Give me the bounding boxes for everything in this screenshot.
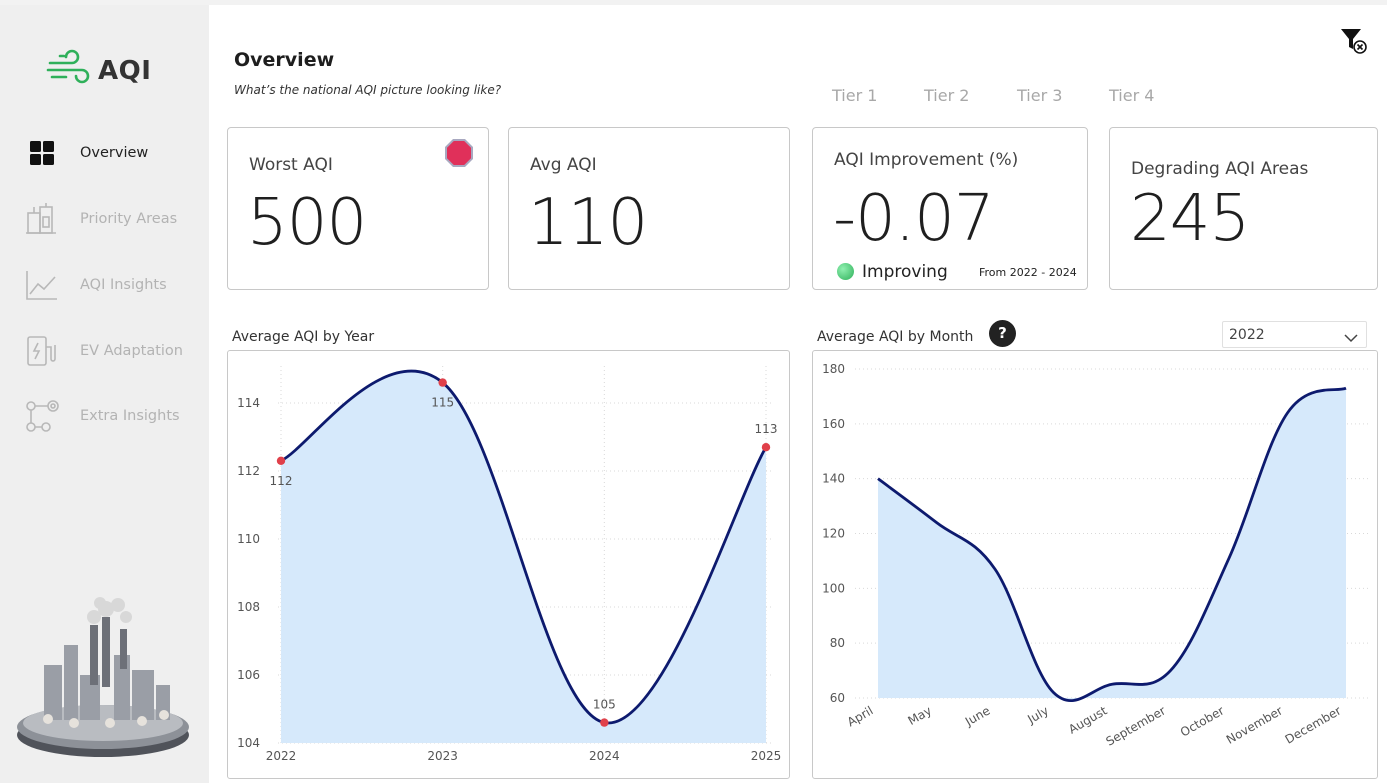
year-select-value: 2022 xyxy=(1229,327,1265,343)
kpi-value: -0.07 xyxy=(833,182,995,256)
line-chart-icon xyxy=(24,267,60,303)
sidebar-item-overview[interactable]: Overview xyxy=(24,133,148,173)
area-fill xyxy=(281,371,766,743)
sidebar-item-label: AQI Insights xyxy=(80,277,167,293)
page-subtitle: What’s the national AQI picture looking … xyxy=(234,83,502,97)
y-tick-label: 140 xyxy=(822,472,845,486)
page-title: Overview xyxy=(234,49,335,71)
sidebar-item-label: Priority Areas xyxy=(80,211,178,227)
nodes-icon xyxy=(24,398,60,434)
kpi-value: 110 xyxy=(528,186,648,260)
data-point xyxy=(600,718,609,727)
kpi-card-aqi-improvement: AQI Improvement (%) -0.07 Improving From… xyxy=(812,127,1088,290)
x-tick-label: May xyxy=(906,703,934,728)
data-point xyxy=(761,443,771,452)
buildings-icon xyxy=(24,201,60,237)
x-tick-label: 2025 xyxy=(751,749,782,763)
kpi-label: Avg AQI xyxy=(530,155,597,175)
y-tick-label: 180 xyxy=(822,362,845,376)
y-tick-label: 106 xyxy=(237,668,260,682)
y-tick-label: 120 xyxy=(822,527,845,541)
status-text: Improving xyxy=(862,262,948,282)
year-select[interactable]: 2022 xyxy=(1222,321,1367,348)
kpi-value: 245 xyxy=(1130,182,1250,256)
kpi-label: Degrading AQI Areas xyxy=(1131,159,1309,179)
help-icon[interactable]: ? xyxy=(989,320,1016,347)
data-label: 112 xyxy=(270,474,293,488)
kpi-label: AQI Improvement (%) xyxy=(834,150,1019,170)
y-tick-label: 110 xyxy=(237,532,260,546)
tab-tier-3[interactable]: Tier 3 xyxy=(1017,86,1062,105)
kpi-value: 500 xyxy=(247,186,367,260)
y-tick-label: 114 xyxy=(237,396,260,410)
x-tick-label: June xyxy=(962,703,993,729)
wind-icon xyxy=(46,49,92,93)
kpi-card-avg-aqi: Avg AQI 110 xyxy=(508,127,790,290)
chart-panel-month: 60 80 100 120 140 160 180 April May June July Augus… xyxy=(812,350,1378,779)
x-tick-label: November xyxy=(1224,703,1285,746)
y-tick-label: 160 xyxy=(822,417,845,431)
kpi-card-worst-aqi: Worst AQI 500 xyxy=(227,127,489,290)
sidebar-item-aqi-insights[interactable]: AQI Insights xyxy=(24,265,167,305)
x-tick-label: 2023 xyxy=(427,749,458,763)
ev-charger-icon xyxy=(24,333,60,369)
data-point xyxy=(438,378,447,387)
period-text: From 2022 - 2024 xyxy=(979,266,1077,279)
y-tick-label: 80 xyxy=(830,636,845,650)
status-dot-icon xyxy=(837,263,854,280)
sidebar-item-ev-adaptation[interactable]: EV Adaptation xyxy=(24,331,183,371)
x-tick-label: 2022 xyxy=(266,749,297,763)
sidebar-item-label: EV Adaptation xyxy=(80,343,183,359)
logo: AQI xyxy=(46,49,151,93)
x-tick-label: July xyxy=(1024,703,1051,726)
x-tick-label: April xyxy=(845,703,876,729)
y-tick-label: 108 xyxy=(237,600,260,614)
data-point xyxy=(276,456,286,465)
x-tick-label: December xyxy=(1283,703,1344,746)
tab-tier-4[interactable]: Tier 4 xyxy=(1109,86,1154,105)
clear-filter-button[interactable] xyxy=(1339,27,1371,57)
sidebar-item-priority-areas[interactable]: Priority Areas xyxy=(24,199,177,239)
data-label: 115 xyxy=(431,396,454,410)
stop-sign-icon xyxy=(444,138,474,168)
chart-month: 60 80 100 120 140 160 180 April May June July Augus… xyxy=(822,362,1369,749)
grid-icon xyxy=(24,135,60,171)
kpi-card-degrading-areas: Degrading AQI Areas 245 xyxy=(1109,127,1378,290)
tab-tier-2[interactable]: Tier 2 xyxy=(924,86,969,105)
x-tick-label: 2024 xyxy=(589,749,620,763)
data-label: 105 xyxy=(593,698,616,712)
sidebar: AQI Overview Priority Areas AQI Insights xyxy=(0,5,209,783)
tab-tier-1[interactable]: Tier 1 xyxy=(832,86,877,105)
x-tick-label: September xyxy=(1104,703,1168,748)
y-tick-label: 104 xyxy=(237,736,260,750)
chart-panel-year: 104 106 108 110 112 114 2022 2023 2024 2025 112 115… xyxy=(227,350,790,779)
sidebar-item-extra-insights[interactable]: Extra Insights xyxy=(24,396,180,436)
kpi-label: Worst AQI xyxy=(249,155,333,175)
sidebar-item-label: Extra Insights xyxy=(80,408,180,424)
chart-title-year: Average AQI by Year xyxy=(232,329,375,345)
chart-title-month: Average AQI by Month xyxy=(817,329,974,345)
logo-text: AQI xyxy=(98,56,152,86)
data-label: 113 xyxy=(755,422,778,436)
chart-year: 104 106 108 110 112 114 2022 2023 2024 2025 112 115… xyxy=(237,366,782,763)
y-tick-label: 100 xyxy=(822,581,845,595)
x-tick-label: October xyxy=(1178,703,1227,739)
sidebar-item-label: Overview xyxy=(80,145,149,161)
filter-clear-icon xyxy=(1339,29,1371,61)
chevron-down-icon xyxy=(1344,329,1358,343)
x-tick-label: August xyxy=(1066,703,1110,736)
y-tick-label: 60 xyxy=(830,691,845,705)
city-factory-illustration xyxy=(14,595,192,765)
y-tick-label: 112 xyxy=(237,464,260,478)
